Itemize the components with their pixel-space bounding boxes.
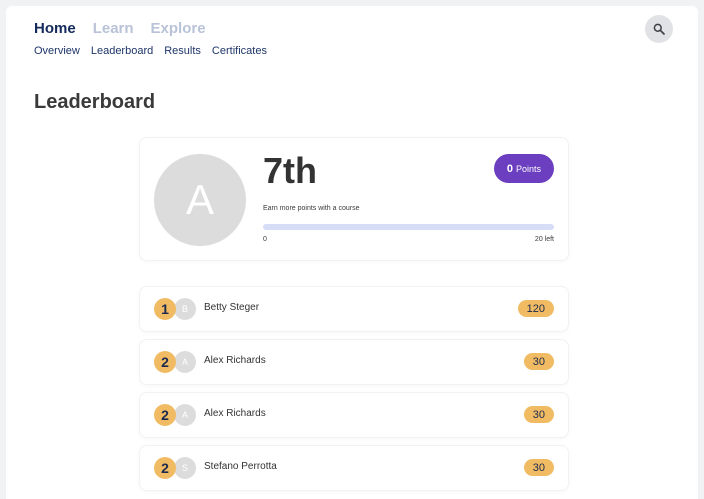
user-name: Betty Steger [204,302,260,313]
leaderboard-row[interactable]: S 2 Stefano Perrotta 30 [140,446,568,490]
leaderboard-row[interactable]: A 2 Alex Richards 30 [140,393,568,437]
user-name: Alex Richards [204,408,266,419]
user-name: Alex Richards [204,355,266,366]
main-nav: Home Learn Explore [34,20,206,37]
score-badge: 30 [523,459,554,476]
avatar: A [174,351,196,373]
subtab-overview[interactable]: Overview [34,45,80,57]
position-badge: 2 [154,404,176,426]
score-badge: 30 [523,406,554,423]
points-label: Points [516,163,542,174]
page-title: Leaderboard [34,91,156,113]
leaderboard-row[interactable]: A 2 Alex Richards 30 [140,340,568,384]
page-container: Home Learn Explore Overview Leaderboard … [6,6,698,499]
leaderboard-row[interactable]: B 1 Betty Steger 120 [140,287,568,331]
subtab-leaderboard[interactable]: Leaderboard [91,45,153,57]
points-value: 0 [506,162,514,175]
tab-explore[interactable]: Explore [151,20,206,37]
position-badge: 2 [154,351,176,373]
search-icon [653,23,665,35]
tab-learn[interactable]: Learn [93,20,134,37]
user-name: Stefano Perrotta [204,461,277,472]
subtab-results[interactable]: Results [164,45,201,57]
subtab-certificates[interactable]: Certificates [212,45,267,57]
avatar: A [174,404,196,426]
sub-nav: Overview Leaderboard Results Certificate… [34,45,267,57]
progress-remaining-label: 20 left [534,236,554,243]
score-badge: 120 [517,300,554,317]
position-badge: 1 [154,298,176,320]
points-badge[interactable]: 0 Points [494,154,554,183]
score-badge: 30 [523,353,554,370]
position-badge: 2 [154,457,176,479]
avatar: A [154,154,246,246]
points-progress-bar [263,224,554,230]
summary-card: A 7th 0 Points Earn more points with a c… [140,138,568,260]
earn-hint: Earn more points with a course [263,205,360,212]
avatar: B [174,298,196,320]
progress-start-label: 0 [263,236,267,243]
rank-value: 7th [263,150,317,191]
avatar: S [174,457,196,479]
tab-home[interactable]: Home [34,20,76,37]
search-button[interactable] [645,15,673,43]
